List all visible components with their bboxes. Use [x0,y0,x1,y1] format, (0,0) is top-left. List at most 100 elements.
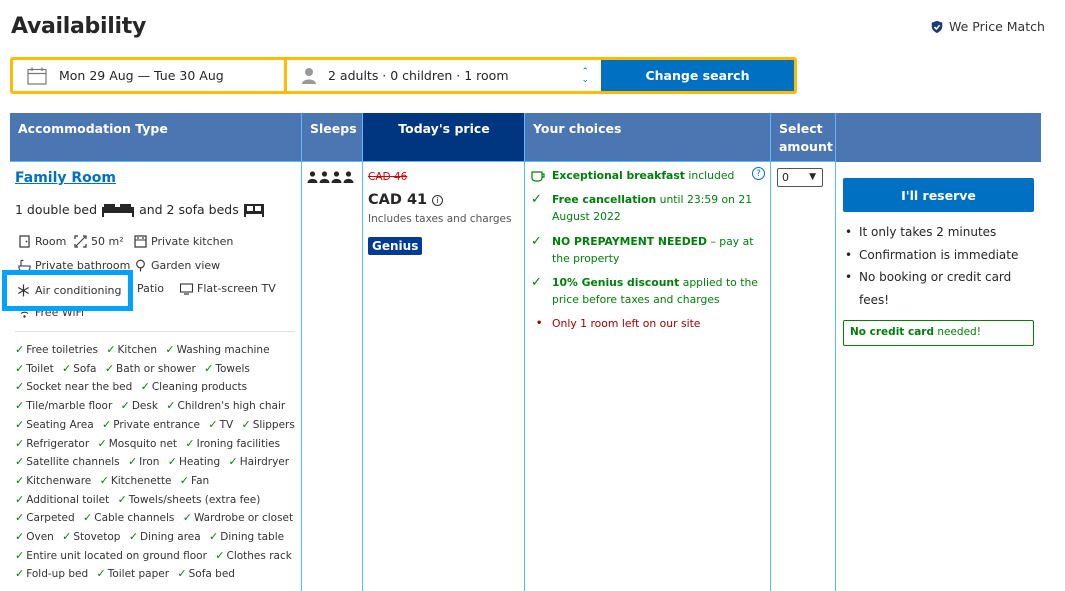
check-icon: ✓ [97,436,107,450]
amenity-item: ✓ Fan [180,474,210,487]
facility-aircon-label: Air conditioning [35,284,122,297]
amenity-label: Cleaning products [151,381,248,394]
sleeps-icons [307,171,354,183]
amenity-item: ✓ Heating [168,455,221,469]
page-title: Availability [11,14,146,39]
facility-kitchen: Private kitchen [134,235,233,248]
check-icon: ✓ [101,417,112,431]
bed-info: 1 double bed and 2 sofa beds [15,202,265,217]
amenity-item: ✓ Dining area [128,530,201,544]
info-icon[interactable]: i [432,194,444,206]
rooms-left-label: Only 1 room left on our site [552,317,701,330]
amenity-label: Mosquito net [108,437,178,450]
person-icon [319,171,330,183]
column-divider [524,113,525,591]
original-price: CAD 46 [368,171,408,183]
amenity-item: ✓ Kitchenette [99,473,172,487]
check-icon: ✓ [128,530,139,544]
availability-table: Accommodation Type Sleeps Today's price … [2,113,1041,591]
amenity-label: Private entrance [113,418,201,431]
reserve-button[interactable]: I'll reserve [843,178,1034,212]
chevron-down-icon: ▼ [809,172,816,182]
facility-room: Room [18,235,66,248]
check-icon: ✓ [204,361,214,375]
shield-check-icon [931,20,943,33]
check-icon: ✓ [99,473,109,487]
choice-rooms-left: • Only 1 room left on our site [528,316,768,333]
genius-bold: 10% Genius discount [552,276,680,289]
amenity-item: ✓ Slippers [242,418,295,431]
amenity-label: Hairdryer [239,456,290,469]
tree-icon [136,259,145,272]
amenity-label: Wardrobe or closet [193,512,294,525]
header-accommodation-type: Accommodation Type [18,121,168,136]
choice-prepayment: ✓ NO PREPAYMENT NEEDED – pay at the prop… [528,234,768,267]
amenity-label: Toilet paper [107,568,170,581]
change-search-button[interactable]: Change search [601,60,794,91]
check-icon: ✓ [15,436,25,450]
amenity-label: Fan [191,474,210,487]
guests-picker[interactable]: 2 adults · 0 children · 1 room ⌃ ⌄ [287,60,601,91]
amenity-label: Children's high chair [177,400,286,413]
amenity-label: Towels/sheets (extra fee) [128,493,261,506]
amenity-label: Entire unit located on ground floor [26,549,207,562]
amenity-label: Sofa [73,362,97,375]
snowflake-icon [18,284,29,297]
current-price-value: CAD 41 [368,192,428,208]
kitchen-icon [134,235,147,248]
amenity-item: ✓ Bath or shower [104,361,196,375]
amenity-label: Satellite channels [26,456,120,469]
sofa-bed-icon [243,203,264,217]
check-icon: ✓ [104,361,115,375]
header-amount-label: amount [779,139,833,154]
date-picker[interactable]: Mon 29 Aug — Tue 30 Aug [13,60,287,91]
size-icon [74,235,87,248]
person-icon [307,171,318,183]
check-icon: ✓ [15,455,25,469]
bullet-icon: • [536,318,543,329]
amenity-label: Fold-up bed [26,568,89,581]
column-divider [362,113,363,591]
amenity-item: ✓ Sofa [62,361,97,375]
check-icon: ✓ [15,548,25,562]
search-bar: Mon 29 Aug — Tue 30 Aug 2 adults · 0 chi… [10,57,797,94]
header-select-amount: Select amount [771,113,836,162]
amenity-item: ✓ Sofa bed [177,567,235,580]
amenity-item: ✓ Private entrance [101,417,201,431]
amenity-item: ✓ Tile/marble floor [15,399,112,412]
room-amount-value: 0 [782,171,789,184]
genius-badge: Genius [368,237,423,255]
check-icon: ✓ [62,361,72,375]
check-icon: ✓ [106,343,116,356]
check-icon: ✓ [140,380,150,394]
room-amount-select[interactable]: 0 ▼ [777,168,823,187]
facility-garden-label: Garden view [151,259,221,272]
check-icon: ✓ [15,417,25,431]
amenity-label: Dining area [140,531,201,544]
reserve-benefits: It only takes 2 minutes Confirmation is … [845,221,1025,311]
check-icon: ✓ [120,399,130,413]
amenity-item: ✓ Toilet [15,362,54,375]
amenity-label: Heating [178,456,221,469]
amenity-label: Washing machine [176,344,270,356]
updown-chevron-icon: ⌃ ⌄ [581,67,589,85]
dates-value: Mon 29 Aug — Tue 30 Aug [59,68,224,83]
amenity-item: ✓ Kitchen [106,343,157,356]
header-todays-price: Today's price [363,113,525,162]
current-price: CAD 41 i [368,192,444,208]
amenity-item: ✓ Oven [15,530,54,543]
nocc-bold: No credit card [850,326,934,338]
check-icon: ✓ [15,567,25,581]
amenity-item: ✓ Mosquito net [97,436,178,450]
amenity-label: Socket near the bed [26,381,133,394]
check-icon: ✓ [166,399,176,413]
amenity-item: ✓ Stovetop [62,530,120,543]
benefit-item: No booking or credit card fees! [845,266,1025,311]
amenity-label: TV [219,418,234,431]
price-match-link[interactable]: We Price Match [930,19,1045,34]
facility-aircon-highlight: Air conditioning [2,270,133,311]
room-name-link[interactable]: Family Room [15,170,116,186]
amenity-item: ✓ Ironing facilities [185,437,280,450]
check-icon: ✓ [215,548,225,562]
person-icon [331,171,342,183]
